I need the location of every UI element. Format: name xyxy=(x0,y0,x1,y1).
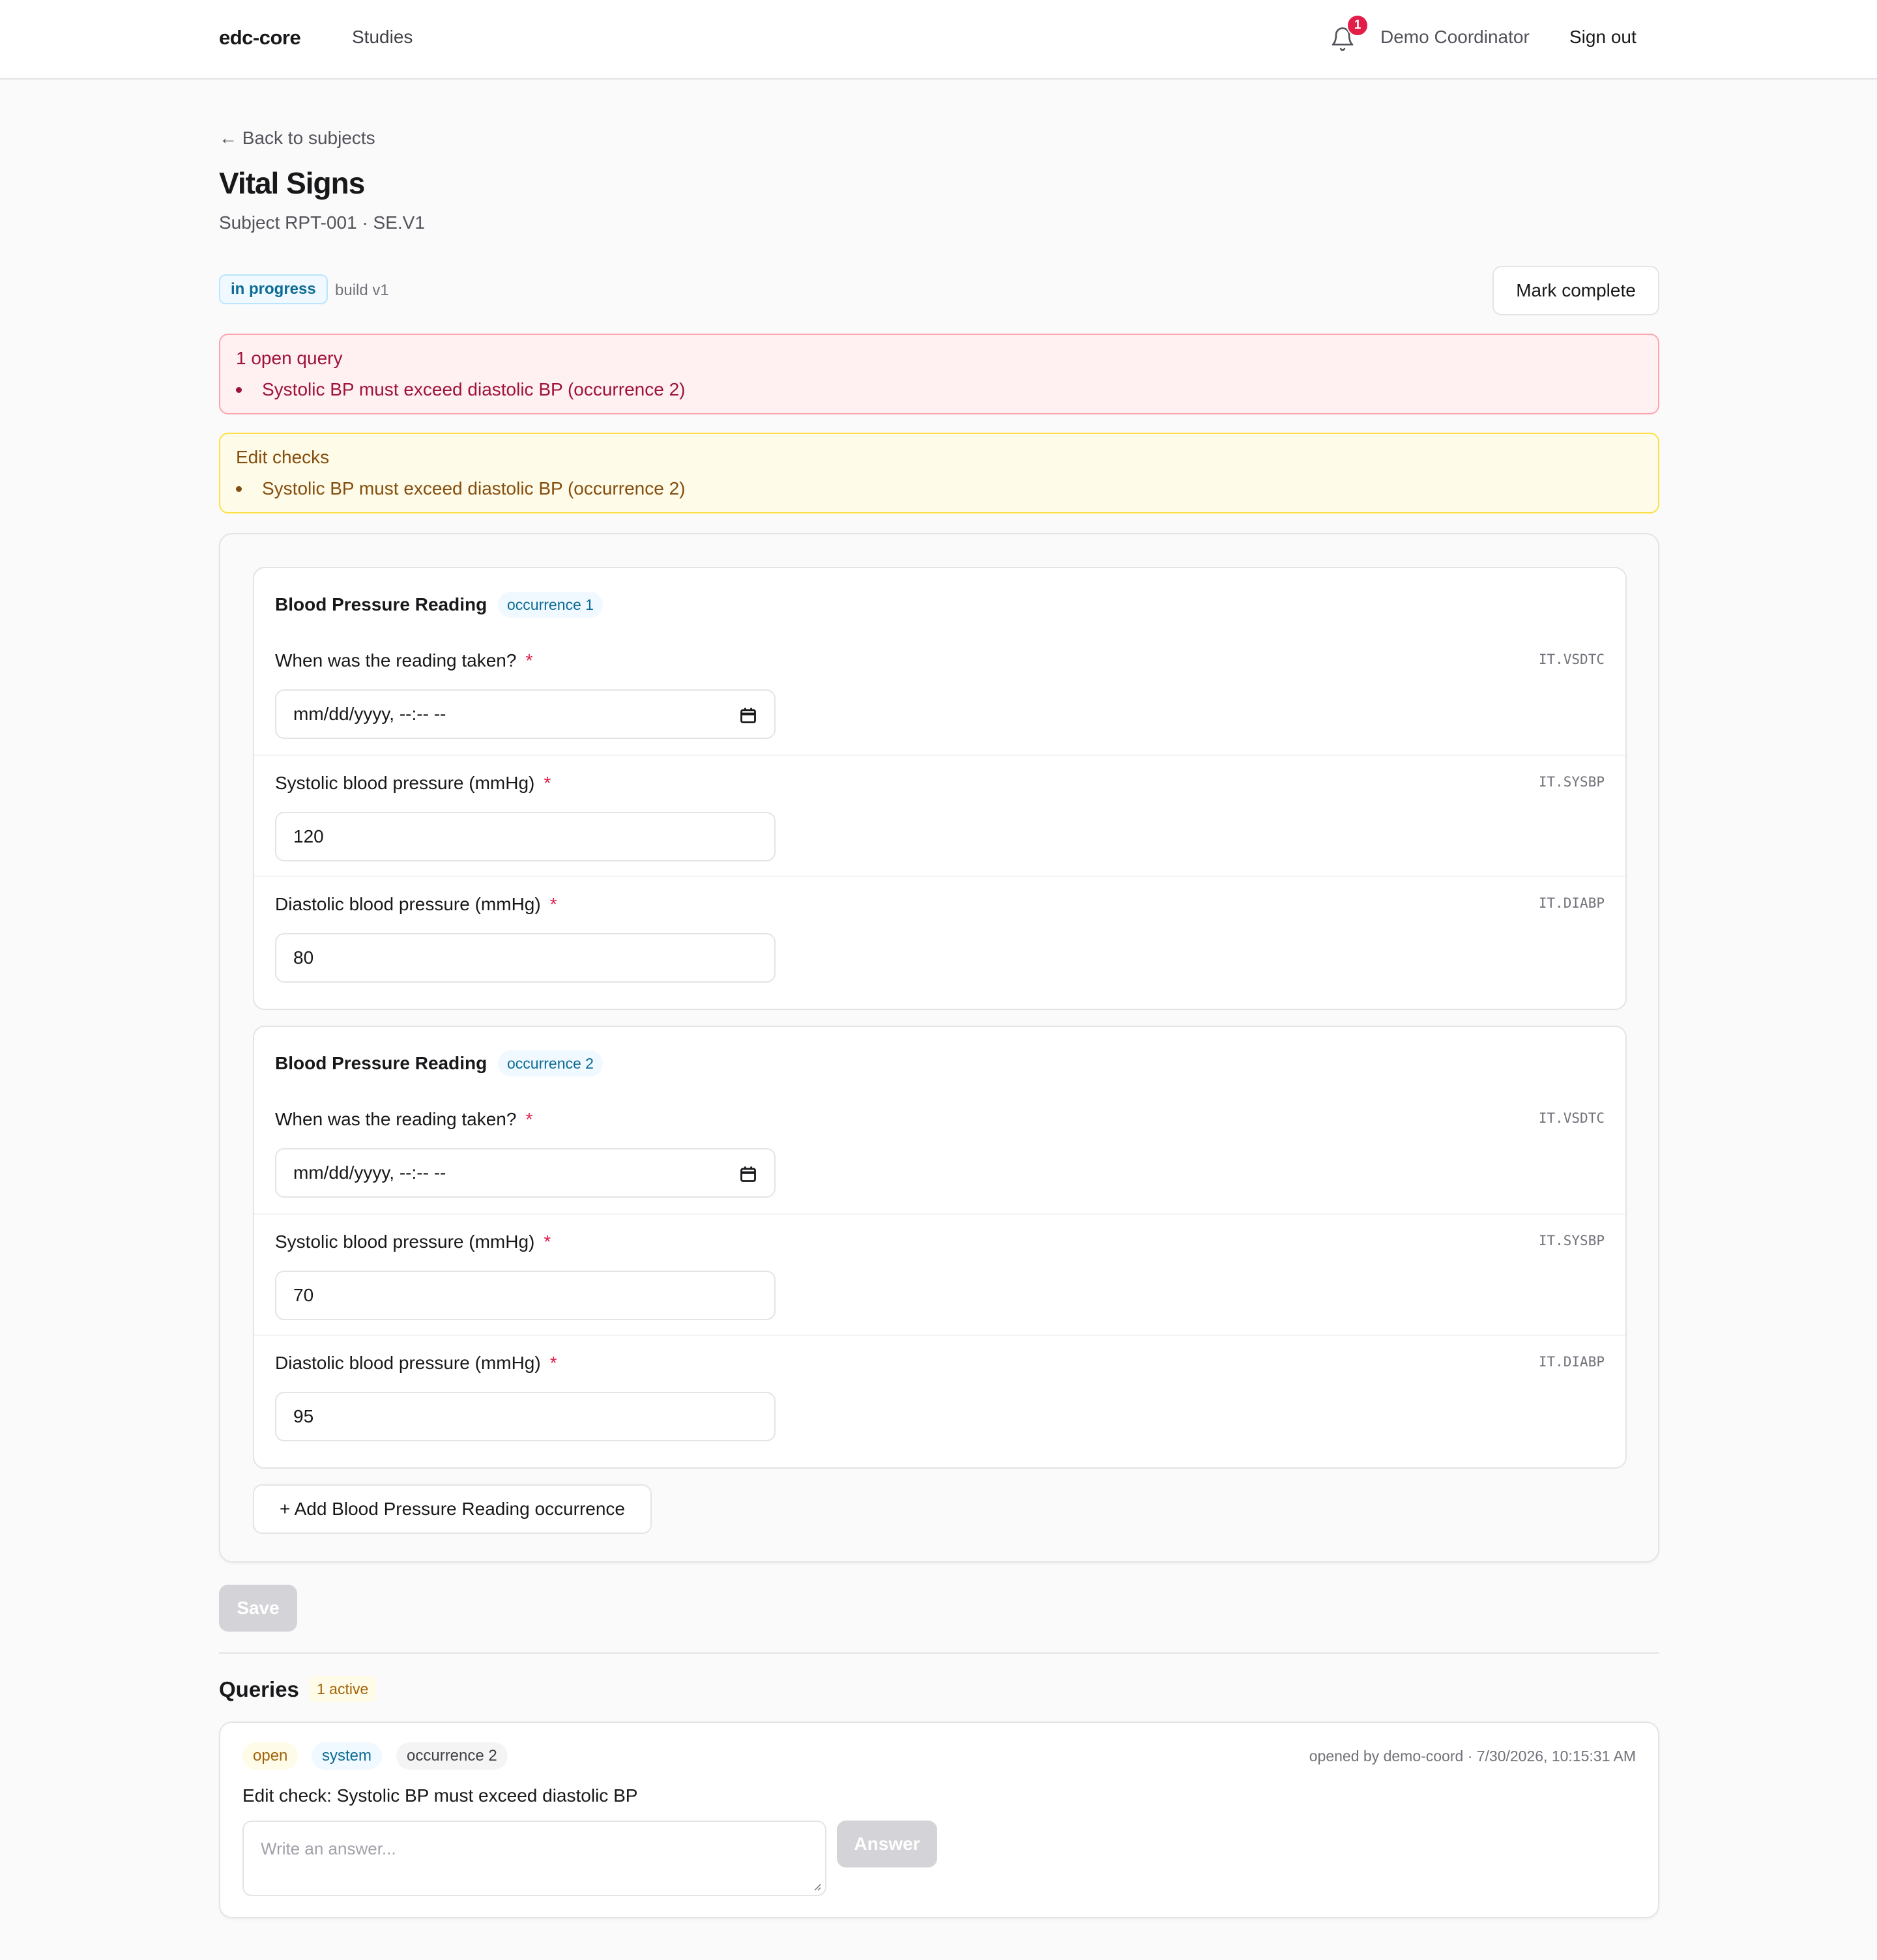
field-code: IT.VSDTC xyxy=(1538,652,1605,667)
active-queries-badge: 1 active xyxy=(309,1676,377,1702)
answer-placeholder: Write an answer... xyxy=(261,1839,396,1858)
field-label-text: Diastolic blood pressure (mmHg) xyxy=(275,1353,541,1373)
edit-checks-alert-title: Edit checks xyxy=(236,447,330,467)
mark-complete-button[interactable]: Mark complete xyxy=(1492,266,1659,315)
answer-button[interactable]: Answer xyxy=(837,1821,937,1867)
query-card: open system occurrence 2 opened by demo-… xyxy=(219,1722,1659,1918)
occurrence-badge: occurrence 2 xyxy=(498,1050,603,1076)
diastolic-input[interactable]: 95 xyxy=(275,1392,776,1441)
field-label: Diastolic blood pressure (mmHg) * xyxy=(275,894,557,915)
field-label: Diastolic blood pressure (mmHg) * xyxy=(275,1353,557,1374)
systolic-input-value: 120 xyxy=(293,826,324,846)
field-label-text: When was the reading taken? xyxy=(275,1109,517,1129)
group-title: Blood Pressure Reading xyxy=(275,594,487,614)
add-occurrence-button[interactable]: + Add Blood Pressure Reading occurrence xyxy=(253,1484,652,1534)
sign-out-button[interactable]: Sign out xyxy=(1569,27,1637,48)
open-query-alert-title: 1 open query xyxy=(236,348,343,368)
field-label: Systolic blood pressure (mmHg) * xyxy=(275,1232,551,1252)
build-version: build v1 xyxy=(335,281,389,299)
edit-checks-alert: Edit checks Systolic BP must exceed dias… xyxy=(219,433,1659,513)
brand-logo[interactable]: edc-core xyxy=(219,26,301,50)
field-label-text: Systolic blood pressure (mmHg) xyxy=(275,773,535,793)
systolic-input-value: 70 xyxy=(293,1285,314,1305)
page-title: Vital Signs xyxy=(219,166,365,200)
field-code: IT.DIABP xyxy=(1538,1354,1605,1370)
resize-handle-icon[interactable] xyxy=(811,1881,821,1891)
query-source-badge: system xyxy=(312,1742,383,1770)
required-marker: * xyxy=(544,1232,551,1252)
field-code: IT.SYSBP xyxy=(1538,774,1605,790)
queries-heading: Queries xyxy=(219,1677,299,1701)
field-diastolic-bp: Diastolic blood pressure (mmHg) * IT.DIAB… xyxy=(254,876,1625,998)
group-title: Blood Pressure Reading xyxy=(275,1053,487,1073)
nav-studies-link[interactable]: Studies xyxy=(352,27,413,48)
systolic-input[interactable]: 70 xyxy=(275,1271,776,1320)
datetime-input[interactable]: mm/dd/yyyy, --:-- -- xyxy=(275,1148,776,1198)
field-reading-datetime: When was the reading taken? * IT.VSDTC mm… xyxy=(254,1092,1625,1213)
field-systolic-bp: Systolic blood pressure (mmHg) * IT.SYSBP… xyxy=(254,755,1625,877)
section-divider xyxy=(219,1652,1659,1654)
field-systolic-bp: Systolic blood pressure (mmHg) * IT.SYSBP… xyxy=(254,1213,1625,1336)
open-query-alert: 1 open query Systolic BP must exceed dia… xyxy=(219,334,1659,414)
field-code: IT.VSDTC xyxy=(1538,1110,1605,1126)
save-button[interactable]: Save xyxy=(219,1585,297,1632)
datetime-input-value: mm/dd/yyyy, --:-- -- xyxy=(293,1162,446,1183)
query-occurrence-badge: occurrence 2 xyxy=(396,1742,508,1770)
calendar-icon[interactable] xyxy=(739,1165,757,1183)
field-code: IT.DIABP xyxy=(1538,895,1605,911)
field-label-text: Diastolic blood pressure (mmHg) xyxy=(275,894,541,914)
required-marker: * xyxy=(525,650,533,670)
top-navbar: edc-core Studies 1 Demo Coordinator Sign… xyxy=(0,0,1877,79)
diastolic-input[interactable]: 80 xyxy=(275,933,776,983)
query-status-badge: open xyxy=(242,1742,298,1770)
user-name: Demo Coordinator xyxy=(1380,27,1530,47)
occurrence-badge: occurrence 1 xyxy=(498,592,603,618)
systolic-input[interactable]: 120 xyxy=(275,812,776,861)
required-marker: * xyxy=(549,894,557,914)
edit-checks-alert-item: Systolic BP must exceed diastolic BP (oc… xyxy=(262,478,686,498)
calendar-icon[interactable] xyxy=(739,706,757,725)
field-label: Systolic blood pressure (mmHg) * xyxy=(275,773,551,794)
diastolic-input-value: 80 xyxy=(293,947,314,968)
required-marker: * xyxy=(549,1353,557,1373)
field-diastolic-bp: Diastolic blood pressure (mmHg) * IT.DIAB… xyxy=(254,1334,1625,1457)
item-group-occurrence-1: Blood Pressure Reading occurrence 1 When… xyxy=(253,567,1627,1010)
query-text: Edit check: Systolic BP must exceed dias… xyxy=(242,1785,638,1806)
field-label-text: Systolic blood pressure (mmHg) xyxy=(275,1232,535,1252)
required-marker: * xyxy=(544,773,551,793)
bullet-icon xyxy=(236,486,242,492)
item-group-occurrence-2: Blood Pressure Reading occurrence 2 When… xyxy=(253,1026,1627,1469)
required-marker: * xyxy=(525,1109,533,1129)
notification-count-badge: 1 xyxy=(1346,14,1369,36)
diastolic-input-value: 95 xyxy=(293,1406,314,1426)
field-reading-datetime: When was the reading taken? * IT.VSDTC mm… xyxy=(254,633,1625,755)
open-query-alert-item: Systolic BP must exceed diastolic BP (oc… xyxy=(262,379,686,399)
datetime-input[interactable]: mm/dd/yyyy, --:-- -- xyxy=(275,689,776,739)
field-label-text: When was the reading taken? xyxy=(275,650,517,670)
status-badge: in progress xyxy=(219,274,328,304)
crf-form-card: Blood Pressure Reading occurrence 1 When… xyxy=(219,533,1659,1563)
field-code: IT.SYSBP xyxy=(1538,1233,1605,1248)
page-subtitle: Subject RPT-001 · SE.V1 xyxy=(219,212,425,233)
back-to-subjects-link[interactable]: ← Back to subjects xyxy=(219,128,375,149)
datetime-input-value: mm/dd/yyyy, --:-- -- xyxy=(293,704,446,724)
query-meta: opened by demo-coord · 7/30/2026, 10:15:… xyxy=(1309,1748,1636,1765)
answer-textarea[interactable]: Write an answer... xyxy=(242,1821,826,1896)
field-label: When was the reading taken? * xyxy=(275,650,532,671)
field-label: When was the reading taken? * xyxy=(275,1109,532,1130)
bullet-icon xyxy=(236,387,242,393)
